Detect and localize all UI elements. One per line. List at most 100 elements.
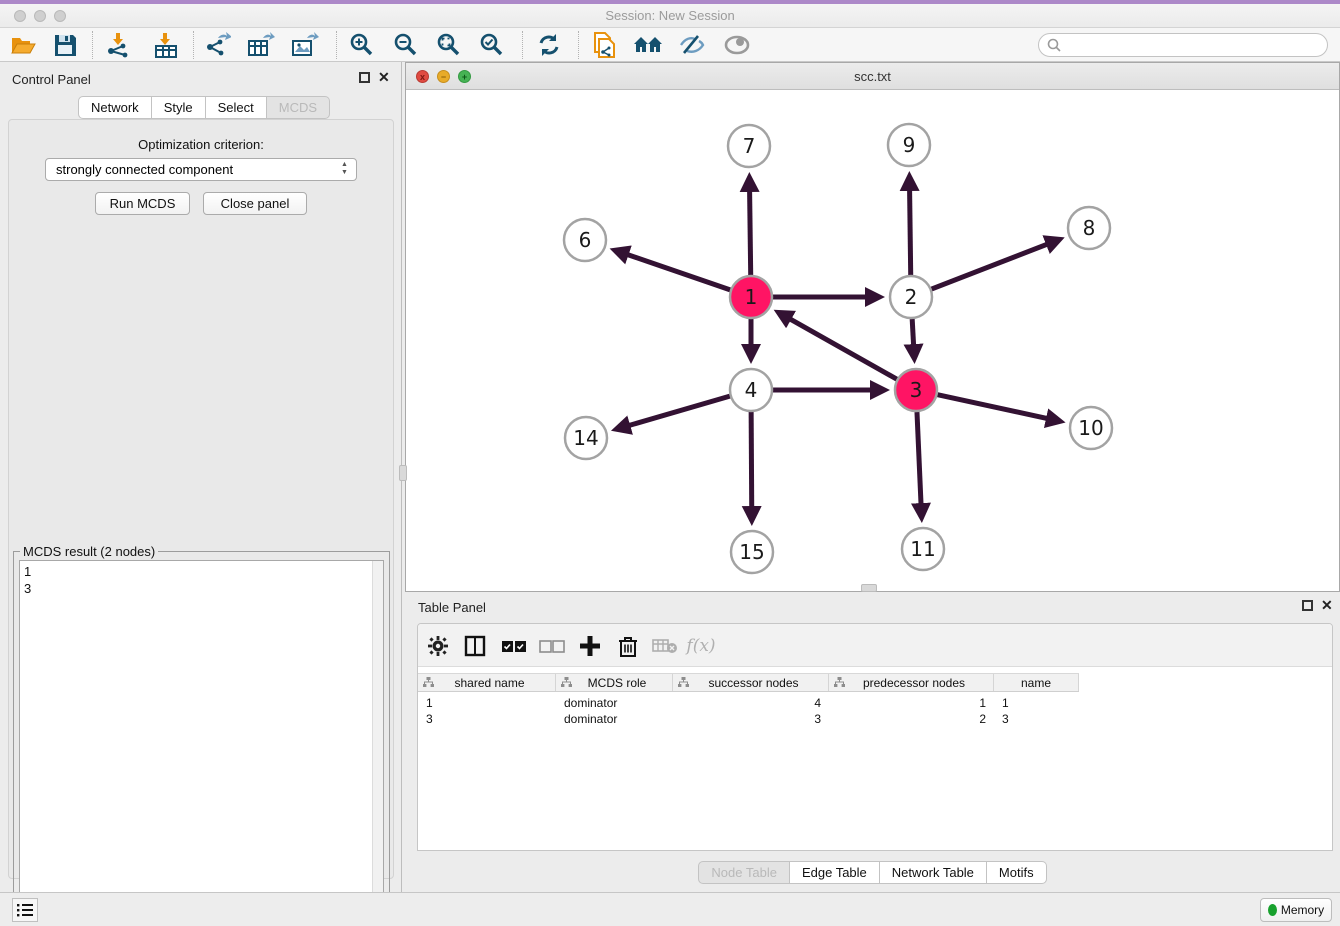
cell-successor-nodes[interactable]: 3 xyxy=(673,711,829,727)
network-window-titlebar[interactable]: x − + scc.txt xyxy=(406,63,1339,90)
splitter-grip-horizontal[interactable] xyxy=(861,584,877,592)
show-columns-icon[interactable] xyxy=(460,632,490,660)
splitter-grip-vertical[interactable] xyxy=(399,465,407,481)
list-icon xyxy=(17,903,33,917)
graph-edge-4-15[interactable] xyxy=(751,412,752,518)
cell-shared-name[interactable]: 1 xyxy=(418,695,556,711)
mcds-result-group: MCDS result (2 nodes) 1 3 xyxy=(13,551,390,926)
cell-shared-name[interactable]: 3 xyxy=(418,711,556,727)
graph-node-label: 10 xyxy=(1078,416,1103,440)
delete-columns-icon[interactable] xyxy=(613,632,643,660)
graph-edge-1-7[interactable] xyxy=(749,180,750,275)
tab-network[interactable]: Network xyxy=(78,96,152,119)
column-header-shared-name[interactable]: shared name xyxy=(418,674,556,691)
toolbar-separator xyxy=(578,31,579,59)
float-table-panel-icon[interactable] xyxy=(1302,600,1313,611)
open-session-icon[interactable] xyxy=(6,31,40,59)
search-input[interactable] xyxy=(1066,38,1327,53)
save-session-icon[interactable] xyxy=(48,31,82,59)
network-view-window: x − + scc.txt 1234678910111415 xyxy=(405,62,1340,592)
control-panel-title: Control Panel xyxy=(12,72,91,87)
criterion-select[interactable]: strongly connected component ▲▼ xyxy=(45,158,357,181)
import-table-icon[interactable] xyxy=(149,31,183,59)
graph-node-label: 7 xyxy=(743,134,756,158)
zoom-selected-icon[interactable] xyxy=(475,31,509,59)
column-header-mcds-role[interactable]: MCDS role xyxy=(556,674,673,691)
network-window-title: scc.txt xyxy=(406,69,1339,84)
mcds-panel: Optimization criterion: strongly connect… xyxy=(8,119,394,879)
tab-node-table[interactable]: Node Table xyxy=(698,861,790,884)
close-panel-icon[interactable]: ✕ xyxy=(378,70,390,84)
toolbar-separator xyxy=(92,31,93,59)
run-mcds-button[interactable]: Run MCDS xyxy=(95,192,190,215)
cell-successor-nodes[interactable]: 4 xyxy=(673,695,829,711)
criterion-value: strongly connected component xyxy=(56,162,233,177)
unselect-all-columns-icon[interactable] xyxy=(537,632,567,660)
result-scrollbar[interactable] xyxy=(372,561,383,922)
first-neighbors-icon[interactable] xyxy=(631,31,665,59)
graph-node-label: 2 xyxy=(905,285,918,309)
cell-mcds-role[interactable]: dominator xyxy=(556,711,673,727)
tab-motifs[interactable]: Motifs xyxy=(987,861,1047,884)
graph-node-label: 9 xyxy=(903,133,916,157)
memory-button[interactable]: Memory xyxy=(1260,898,1332,922)
table-mode-gear-icon[interactable] xyxy=(423,632,453,660)
hierarchy-icon xyxy=(834,677,845,688)
graph-edge-2-8[interactable] xyxy=(932,240,1058,289)
cell-name[interactable]: 3 xyxy=(994,711,1079,727)
result-line: 3 xyxy=(24,580,379,597)
table-toolbar: f(x) xyxy=(418,624,1332,667)
graph-edge-2-9[interactable] xyxy=(909,179,910,275)
graph-edge-1-6[interactable] xyxy=(617,251,730,290)
hierarchy-icon xyxy=(561,677,572,688)
toolbar-separator xyxy=(193,31,194,59)
tab-network-table[interactable]: Network Table xyxy=(880,861,987,884)
close-table-panel-icon[interactable]: ✕ xyxy=(1321,598,1333,612)
column-header-successor-nodes[interactable]: successor nodes xyxy=(673,674,829,691)
export-image-icon[interactable] xyxy=(288,31,322,59)
select-stepper-icon: ▲▼ xyxy=(339,161,350,177)
hide-selected-icon[interactable] xyxy=(675,31,709,59)
cell-mcds-role[interactable]: dominator xyxy=(556,695,673,711)
graph-edge-3-10[interactable] xyxy=(937,395,1057,421)
tab-edge-table[interactable]: Edge Table xyxy=(790,861,880,884)
tab-mcds[interactable]: MCDS xyxy=(267,96,330,119)
graph-edge-3-1[interactable] xyxy=(781,314,897,380)
cell-predecessor-nodes[interactable]: 1 xyxy=(829,695,994,711)
select-all-columns-icon[interactable] xyxy=(499,632,529,660)
table-row[interactable]: 1 dominator 4 1 1 xyxy=(418,695,1079,711)
import-network-icon[interactable] xyxy=(102,31,136,59)
hierarchy-icon xyxy=(678,677,689,688)
search-box[interactable] xyxy=(1038,33,1328,57)
graph-node-label: 8 xyxy=(1083,216,1096,240)
zoom-in-icon[interactable] xyxy=(345,31,379,59)
zoom-fit-icon[interactable] xyxy=(432,31,466,59)
graph-edge-4-14[interactable] xyxy=(619,396,730,428)
create-column-icon[interactable] xyxy=(575,632,605,660)
mcds-result-text[interactable]: 1 3 xyxy=(19,560,384,923)
zoom-out-icon[interactable] xyxy=(389,31,423,59)
graph-edge-2-3[interactable] xyxy=(912,319,914,356)
tab-style[interactable]: Style xyxy=(152,96,206,119)
table-row[interactable]: 3 dominator 3 2 3 xyxy=(418,711,1079,727)
column-header-predecessor-nodes[interactable]: predecessor nodes xyxy=(829,674,994,691)
cell-name[interactable]: 1 xyxy=(994,695,1079,711)
task-history-button[interactable] xyxy=(12,898,38,922)
close-panel-button[interactable]: Close panel xyxy=(203,192,307,215)
export-network-icon[interactable] xyxy=(201,31,235,59)
export-table-icon[interactable] xyxy=(244,31,278,59)
float-panel-icon[interactable] xyxy=(359,72,370,83)
toolbar-separator xyxy=(336,31,337,59)
apply-layout-icon[interactable] xyxy=(532,31,566,59)
graph-edge-3-11[interactable] xyxy=(917,412,922,515)
column-header-name[interactable]: name xyxy=(994,674,1079,691)
tab-select[interactable]: Select xyxy=(206,96,267,119)
show-all-icon[interactable] xyxy=(720,31,754,59)
cell-predecessor-nodes[interactable]: 2 xyxy=(829,711,994,727)
application-window: Session: New Session xyxy=(0,0,1340,926)
control-panel: Control Panel ✕ Network Style Select MCD… xyxy=(0,62,402,892)
network-canvas[interactable]: 1234678910111415 xyxy=(406,90,1339,591)
node-table-container: f(x) shared name MCDS role successor nod… xyxy=(417,623,1333,851)
graph-node-label: 1 xyxy=(745,285,758,309)
duplicate-network-icon[interactable] xyxy=(587,31,621,59)
